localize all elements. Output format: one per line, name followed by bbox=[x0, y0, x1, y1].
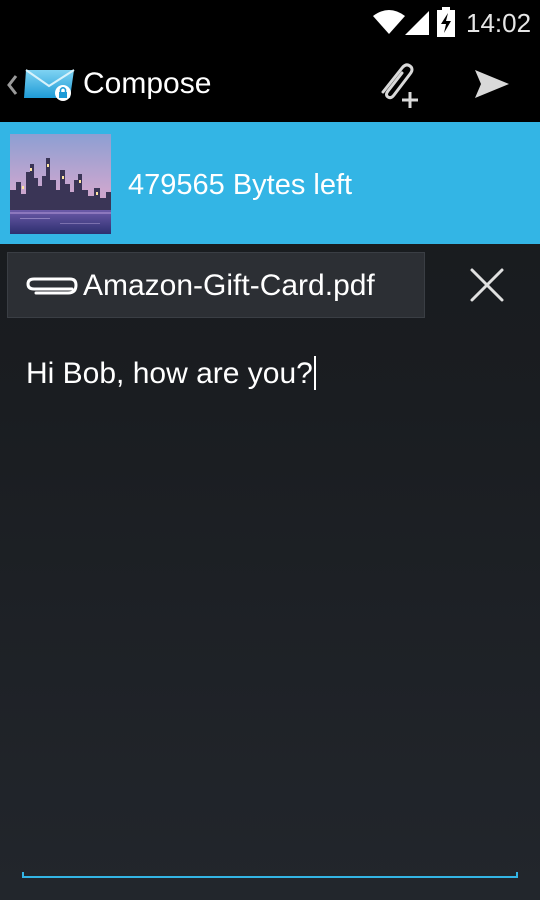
message-body-input[interactable]: Hi Bob, how are you? bbox=[26, 356, 316, 392]
bytes-left-label: 479565 Bytes left bbox=[128, 169, 353, 201]
attachment-thumbnail[interactable] bbox=[10, 134, 111, 234]
attach-file-icon bbox=[381, 63, 418, 108]
paperclip-icon bbox=[26, 277, 78, 295]
status-time: 14:02 bbox=[466, 8, 532, 38]
send-button[interactable] bbox=[456, 54, 526, 114]
mail-app-icon bbox=[24, 69, 75, 101]
compose-screen: 14:02 Compose 479565 Bytes left Amazon-G… bbox=[0, 0, 540, 900]
attachment-chip[interactable]: Amazon-Gift-Card.pdf bbox=[7, 252, 425, 318]
attachment-filename: Amazon-Gift-Card.pdf bbox=[83, 269, 375, 302]
message-body-text: Hi Bob, how are you? bbox=[26, 357, 313, 390]
remove-attachment-button[interactable] bbox=[456, 254, 518, 316]
text-cursor bbox=[313, 356, 316, 390]
body-field-underline bbox=[22, 872, 518, 878]
close-icon bbox=[470, 268, 504, 302]
signal-icon bbox=[405, 11, 429, 35]
battery-charging-icon bbox=[437, 7, 455, 37]
attach-file-button[interactable] bbox=[364, 54, 434, 114]
city-skyline-image bbox=[10, 134, 111, 234]
up-navigation-button[interactable] bbox=[0, 46, 80, 122]
size-info-bar: 479565 Bytes left bbox=[0, 122, 540, 244]
action-bar: Compose bbox=[0, 46, 540, 122]
back-chevron-icon bbox=[7, 75, 18, 95]
status-bar: 14:02 bbox=[0, 0, 540, 46]
send-icon bbox=[475, 70, 509, 98]
screen-title: Compose bbox=[83, 67, 212, 100]
wifi-icon bbox=[373, 10, 405, 34]
